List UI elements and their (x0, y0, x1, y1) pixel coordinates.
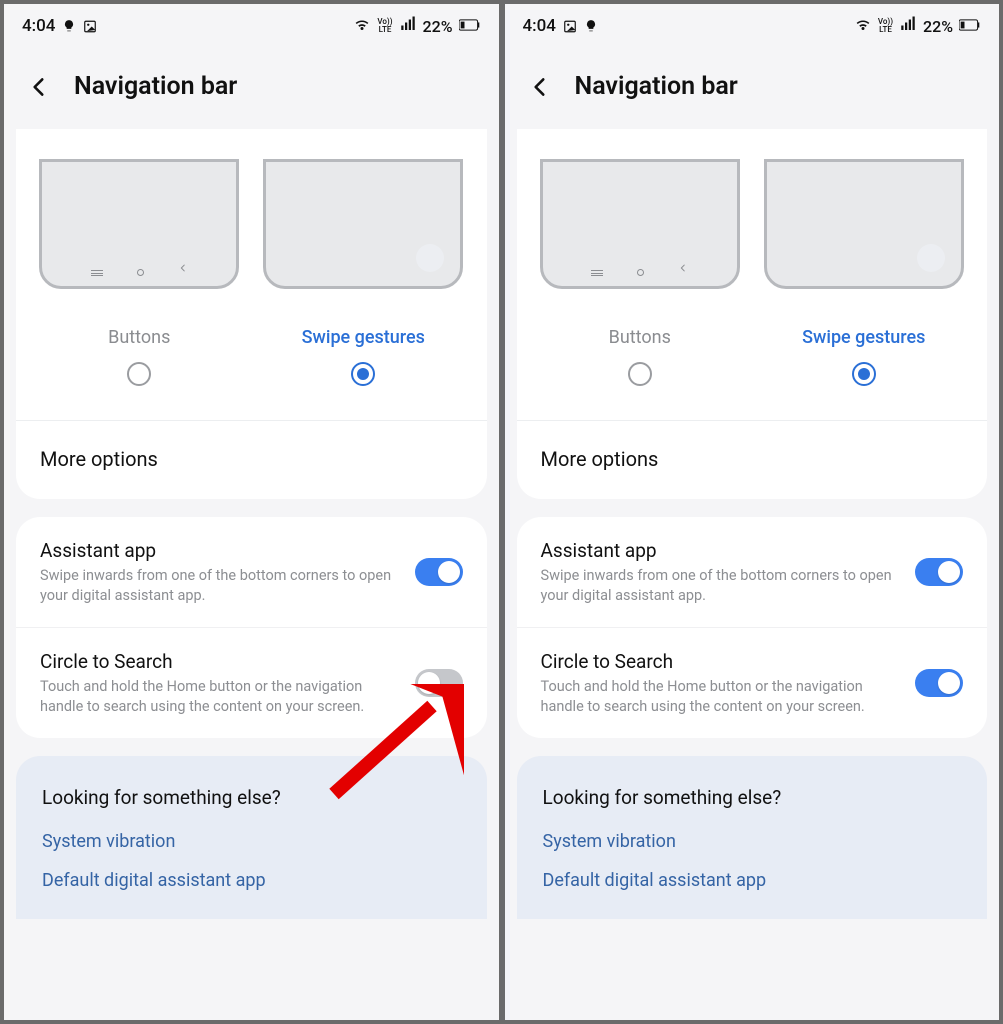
footer-link[interactable]: System vibration (543, 831, 962, 852)
wifi-icon (353, 15, 371, 37)
toggle-switch[interactable] (915, 669, 963, 697)
nav-type-label: Buttons (540, 327, 740, 348)
image-icon (563, 19, 577, 33)
setting-subtitle: Touch and hold the Home button or the na… (541, 677, 902, 716)
battery-percent: 22% (423, 17, 453, 36)
toggles-card: Assistant app Swipe inwards from one of … (16, 517, 487, 738)
recents-icon (591, 270, 603, 276)
footer-card: Looking for something else? System vibrat… (517, 756, 988, 919)
nav-type-option-gestures[interactable]: Swipe gestures (764, 159, 964, 386)
footer-link[interactable]: System vibration (42, 831, 461, 852)
footer-title: Looking for something else? (543, 786, 962, 809)
setting-subtitle: Swipe inwards from one of the bottom cor… (40, 566, 401, 605)
preview-buttons (540, 159, 740, 289)
page-title: Navigation bar (74, 72, 237, 101)
nav-type-option-buttons[interactable]: Buttons (39, 159, 239, 386)
recents-icon (91, 270, 103, 276)
nav-type-label: Swipe gestures (263, 327, 463, 348)
status-bar: 4:04 Vo))LTE 22% (505, 4, 1000, 48)
footer-link[interactable]: Default digital assistant app (42, 870, 461, 891)
back-icon (178, 263, 188, 276)
setting-title: Assistant app (40, 539, 401, 562)
setting-title: Circle to Search (541, 650, 902, 673)
setting-title: Circle to Search (40, 650, 401, 673)
page-header: Navigation bar (4, 48, 499, 129)
footer-link[interactable]: Default digital assistant app (543, 870, 962, 891)
back-button[interactable] (527, 74, 553, 100)
back-button[interactable] (26, 74, 52, 100)
battery-icon (459, 17, 481, 36)
more-options-row[interactable]: More options (517, 420, 988, 499)
battery-percent: 22% (923, 17, 953, 36)
status-time: 4:04 (22, 16, 55, 36)
radio-button[interactable] (127, 362, 151, 386)
gesture-dot-icon (416, 244, 444, 272)
toggle-switch[interactable] (915, 558, 963, 586)
setting-title: Assistant app (541, 539, 902, 562)
radio-button[interactable] (852, 362, 876, 386)
footer-title: Looking for something else? (42, 786, 461, 809)
image-icon (83, 19, 97, 33)
phone-screen: 4:04 Vo))LTE 22% Navigation bar (4, 4, 499, 1020)
home-icon (137, 269, 144, 276)
nav-type-option-buttons[interactable]: Buttons (540, 159, 740, 386)
back-icon (678, 263, 688, 276)
page-title: Navigation bar (575, 72, 738, 101)
footer-card: Looking for something else? System vibrat… (16, 756, 487, 919)
nav-type-option-gestures[interactable]: Swipe gestures (263, 159, 463, 386)
preview-buttons (39, 159, 239, 289)
home-icon (637, 269, 644, 276)
bulb-icon (62, 19, 76, 33)
radio-button[interactable] (351, 362, 375, 386)
setting-row[interactable]: Assistant app Swipe inwards from one of … (16, 517, 487, 627)
preview-gestures (764, 159, 964, 289)
radio-button[interactable] (628, 362, 652, 386)
phone-screen: 4:04 Vo))LTE 22% Navigation bar (505, 4, 1000, 1020)
page-header: Navigation bar (505, 48, 1000, 129)
nav-type-card: Buttons Swipe gestures More options (16, 129, 487, 499)
setting-row[interactable]: Assistant app Swipe inwards from one of … (517, 517, 988, 627)
gesture-dot-icon (917, 244, 945, 272)
nav-type-label: Buttons (39, 327, 239, 348)
nav-type-label: Swipe gestures (764, 327, 964, 348)
toggle-switch[interactable] (415, 558, 463, 586)
preview-gestures (263, 159, 463, 289)
signal-icon (399, 15, 417, 37)
nav-type-card: Buttons Swipe gestures More options (517, 129, 988, 499)
volte-icon: Vo))LTE (878, 18, 893, 34)
wifi-icon (854, 15, 872, 37)
more-options-row[interactable]: More options (16, 420, 487, 499)
status-bar: 4:04 Vo))LTE 22% (4, 4, 499, 48)
toggle-switch[interactable] (415, 669, 463, 697)
setting-subtitle: Swipe inwards from one of the bottom cor… (541, 566, 902, 605)
bulb-icon (584, 19, 598, 33)
setting-row[interactable]: Circle to Search Touch and hold the Home… (517, 627, 988, 738)
setting-row[interactable]: Circle to Search Touch and hold the Home… (16, 627, 487, 738)
battery-icon (959, 17, 981, 36)
volte-icon: Vo))LTE (377, 18, 392, 34)
setting-subtitle: Touch and hold the Home button or the na… (40, 677, 401, 716)
status-time: 4:04 (523, 16, 556, 36)
signal-icon (899, 15, 917, 37)
toggles-card: Assistant app Swipe inwards from one of … (517, 517, 988, 738)
